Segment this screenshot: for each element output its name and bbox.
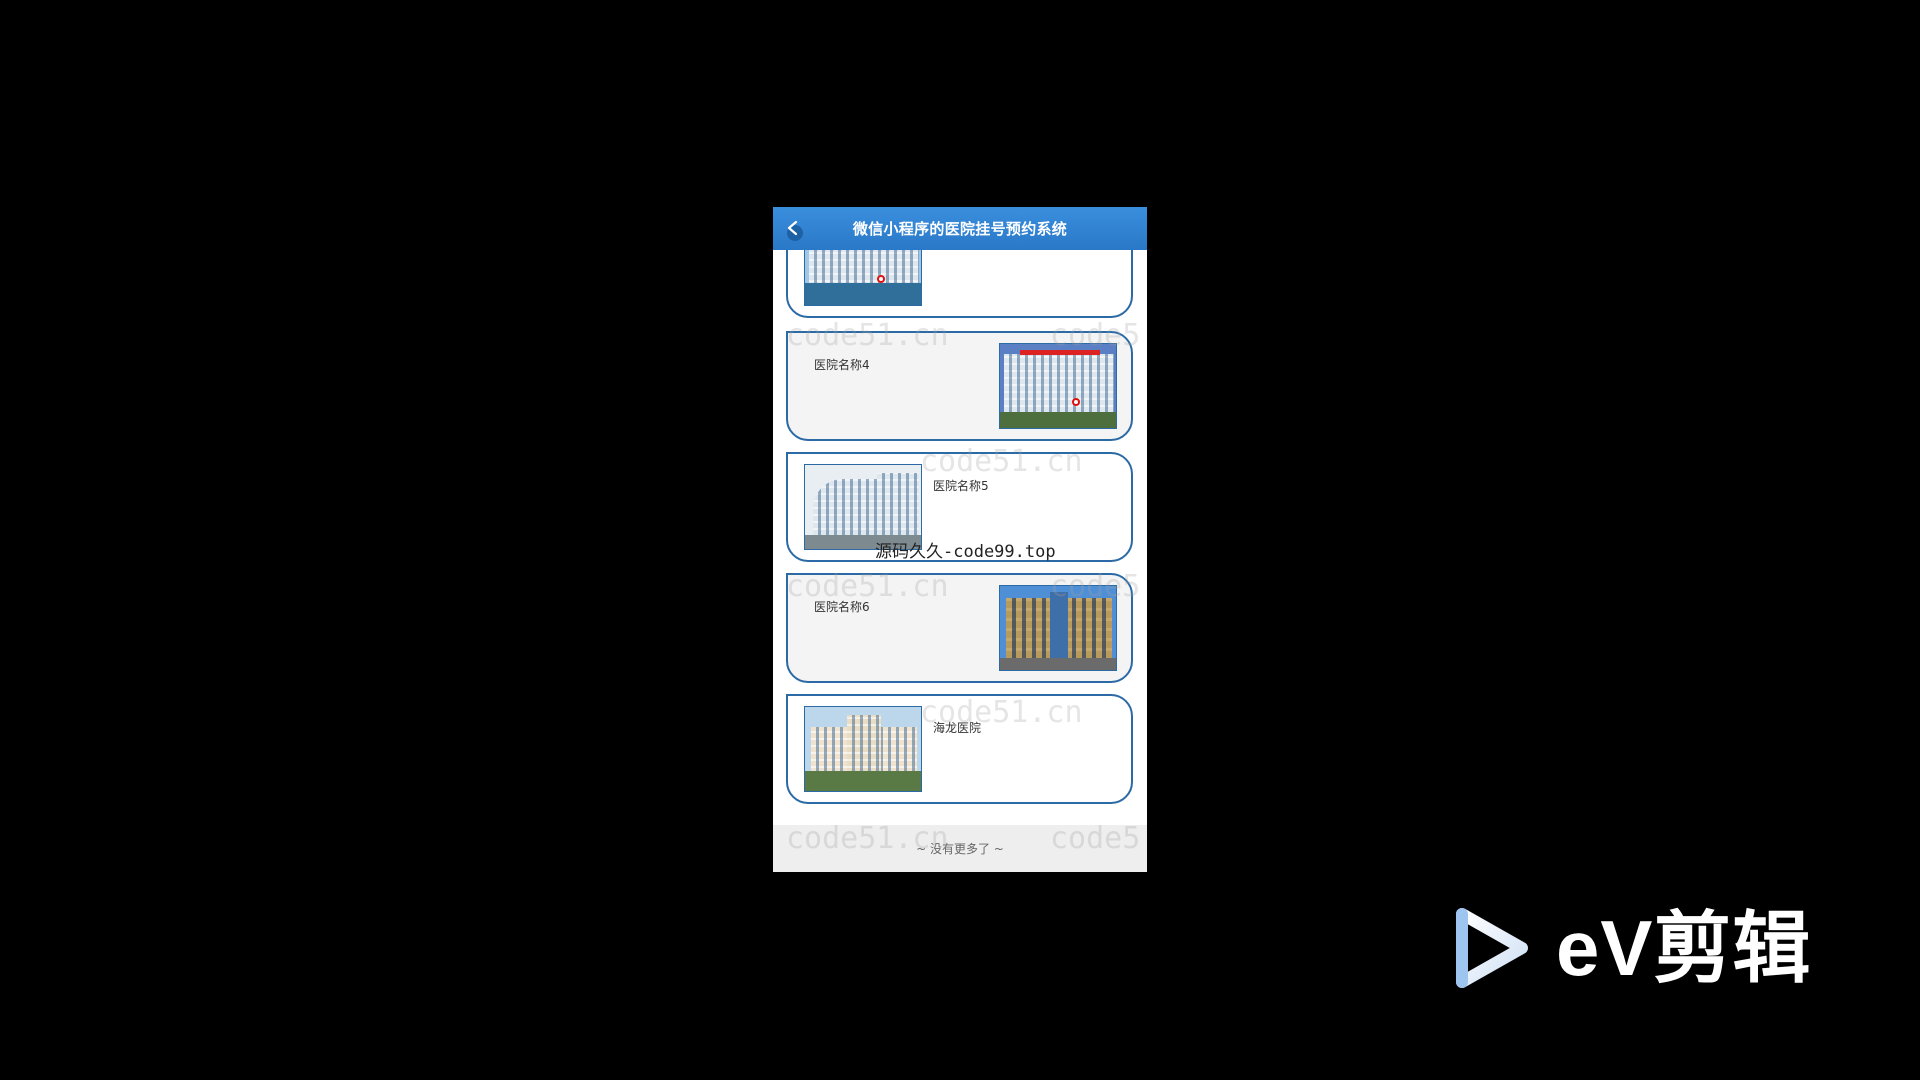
editor-logo: eV剪辑 — [1452, 906, 1822, 996]
chevron-left-icon — [787, 220, 803, 241]
back-button[interactable] — [783, 217, 809, 243]
hospital-card[interactable]: 海龙医院 — [786, 694, 1133, 804]
no-more-text: ~ 没有更多了 ~ — [916, 842, 1004, 856]
hospital-image — [999, 343, 1117, 429]
page-title: 微信小程序的医院挂号预约系统 — [852, 220, 1068, 238]
hospital-card[interactable]: 医院名称4 — [786, 331, 1133, 441]
no-more-footer: ~ 没有更多了 ~ — [773, 825, 1147, 872]
overlay-watermark-text: 源码久久-code99.top — [875, 542, 1056, 562]
play-triangle-icon — [1456, 908, 1528, 988]
hospital-image — [999, 585, 1117, 671]
hospital-image — [804, 706, 922, 792]
hospital-name: 医院名称4 — [814, 358, 870, 372]
hospital-name: 医院名称6 — [814, 600, 870, 614]
hospital-image — [804, 250, 922, 306]
title-bar: 微信小程序的医院挂号预约系统 — [773, 207, 1147, 250]
editor-brand-text: eV剪辑 — [1556, 904, 1812, 992]
hospital-card[interactable]: 医院名称6 — [786, 573, 1133, 683]
hospital-name: 医院名称5 — [933, 479, 989, 493]
hospital-card[interactable] — [786, 250, 1133, 318]
hospital-name: 海龙医院 — [933, 721, 982, 735]
video-frame: 微信小程序的医院挂号预约系统 医院名称4 医院名称5 医院名称6 海龙医院 ~ … — [0, 0, 1920, 1080]
